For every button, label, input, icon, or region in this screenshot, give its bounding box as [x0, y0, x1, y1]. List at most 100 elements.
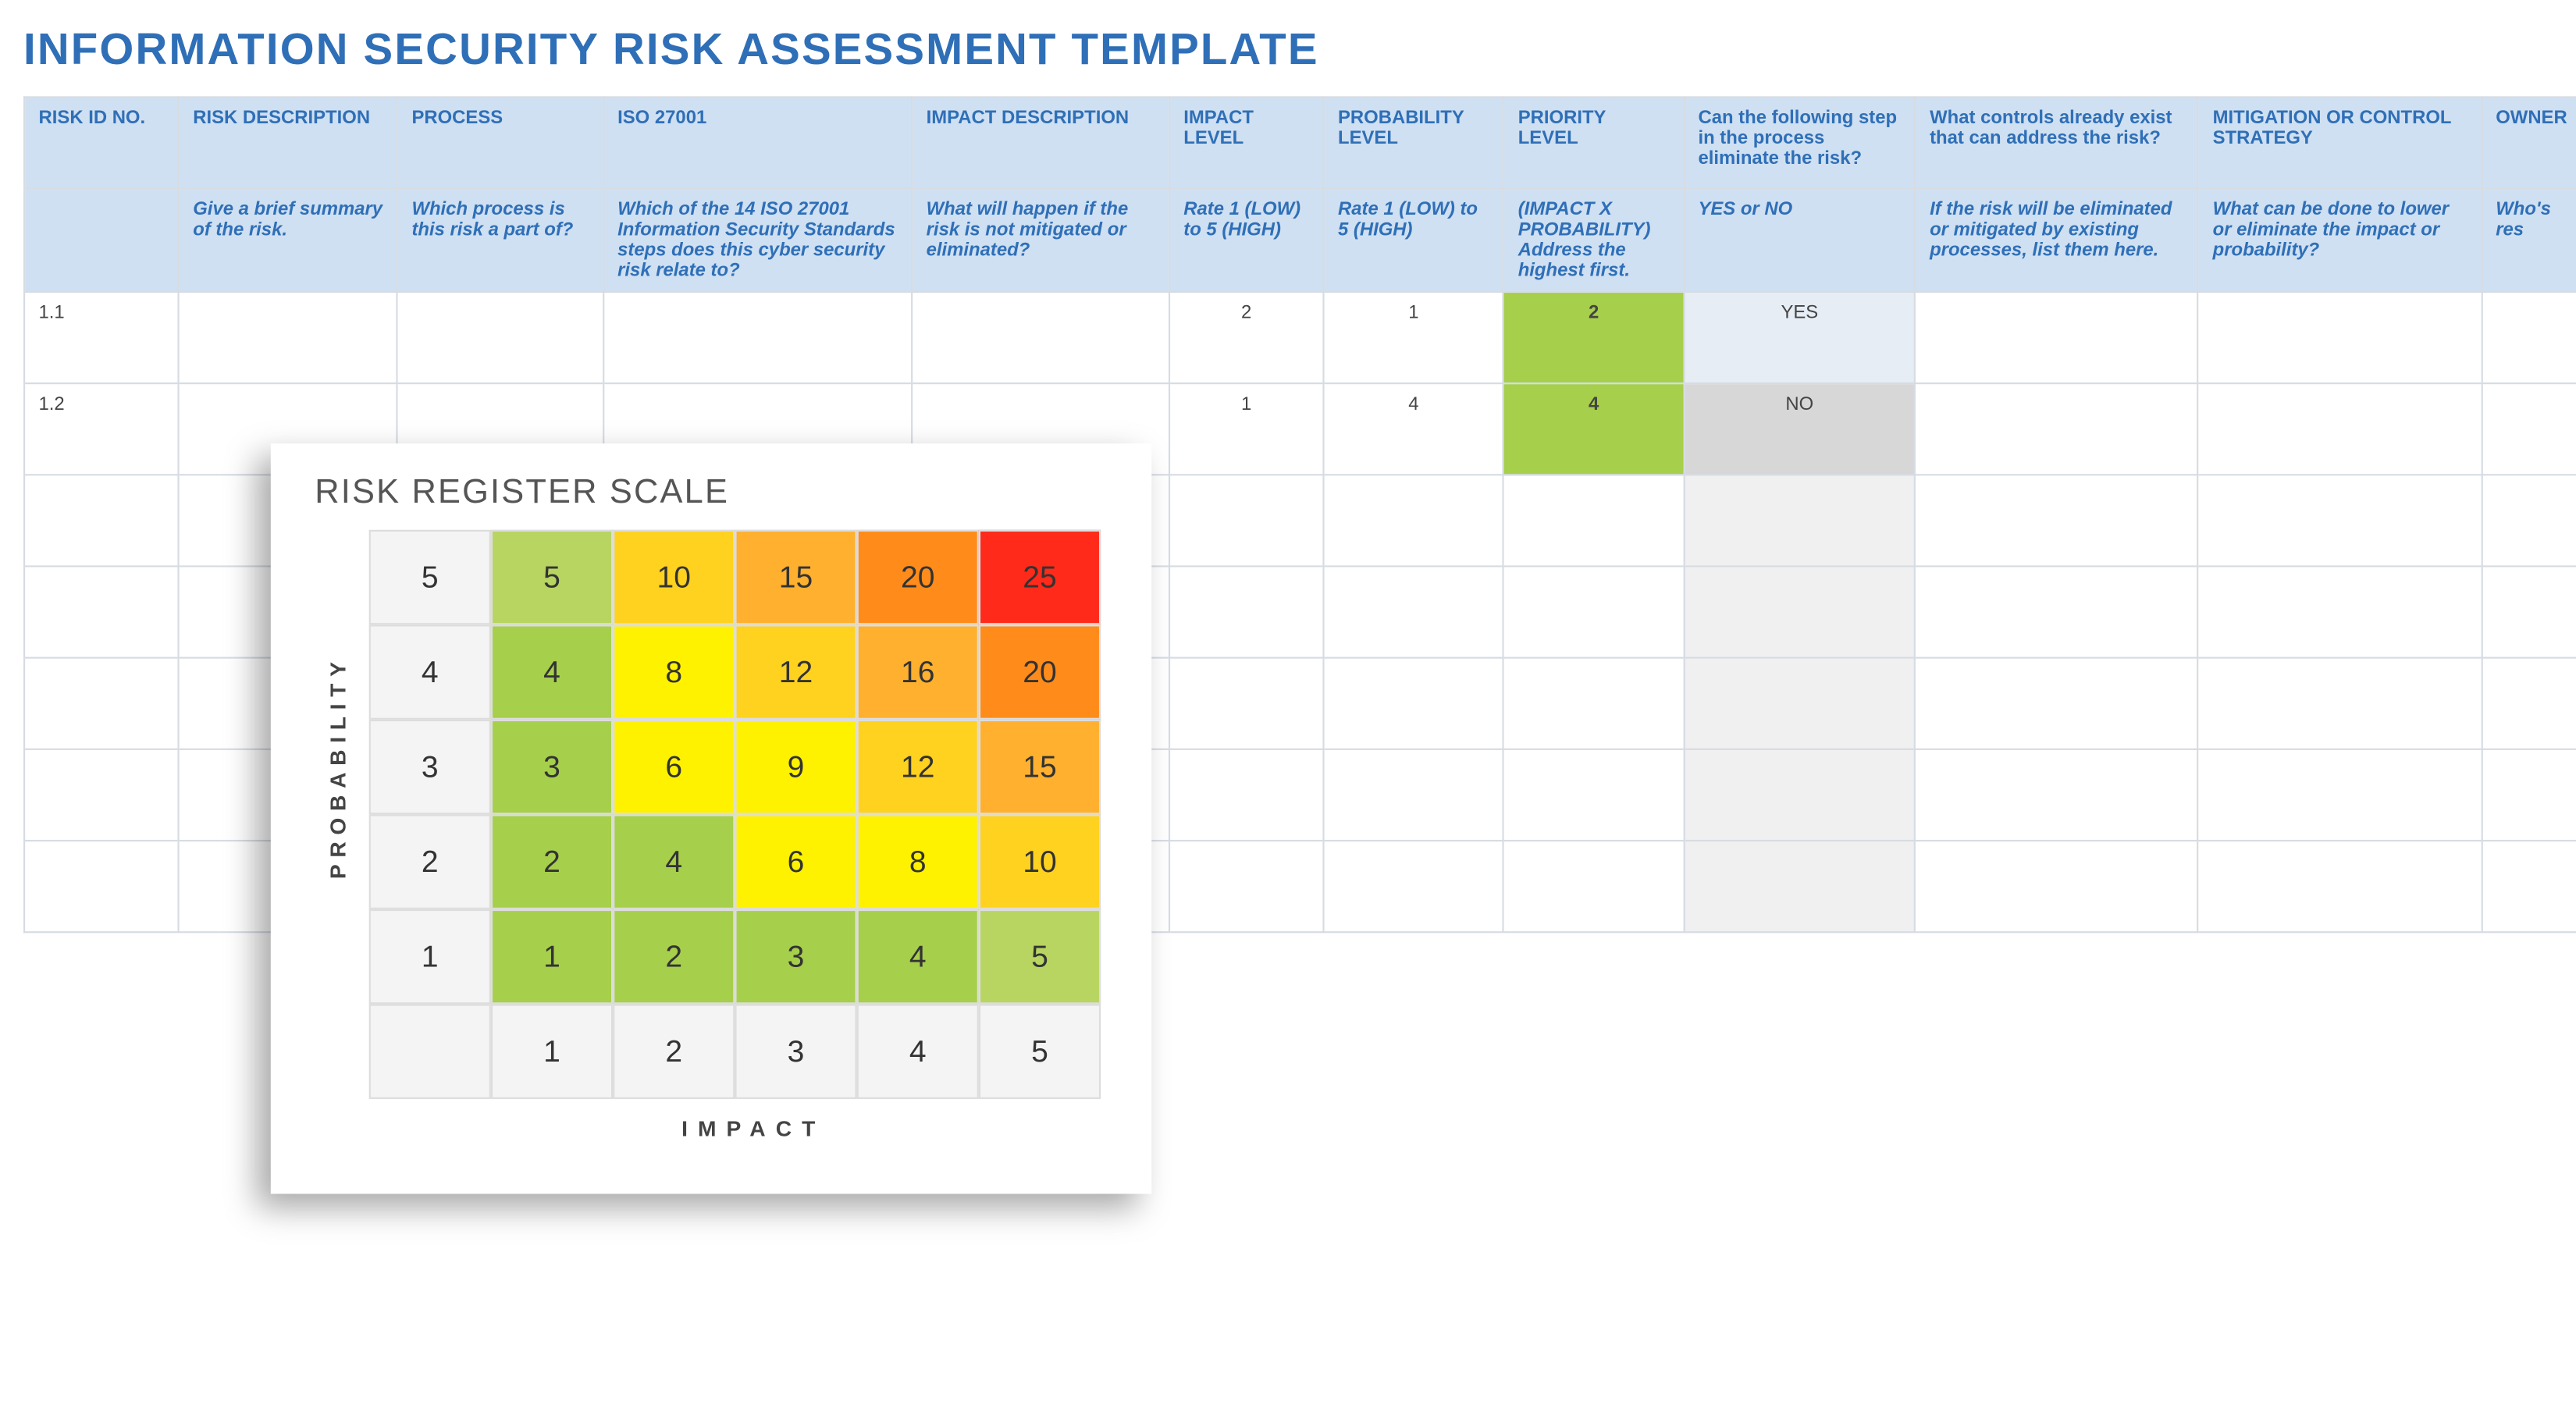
table-cell[interactable]	[1916, 383, 2199, 475]
table-cell[interactable]	[24, 475, 179, 566]
matrix-cell: 15	[979, 720, 1101, 815]
table-cell[interactable]	[1503, 658, 1684, 749]
matrix-y-tick: 4	[369, 624, 491, 720]
sub-id	[24, 189, 179, 292]
table-cell[interactable]	[1324, 841, 1504, 932]
register-title: RISK REGISTER SCALE	[315, 474, 1104, 513]
table-cell[interactable]: 1	[1169, 383, 1324, 475]
table-cell[interactable]	[2198, 292, 2482, 383]
table-cell[interactable]	[1916, 475, 2199, 566]
matrix-x-tick: 1	[491, 1004, 613, 1099]
table-cell[interactable]	[1324, 749, 1504, 841]
table-cell[interactable]	[1916, 566, 2199, 657]
table-cell[interactable]	[1684, 749, 1916, 841]
table-cell[interactable]	[24, 749, 179, 841]
table-cell[interactable]	[1169, 749, 1324, 841]
table-cell[interactable]	[2198, 566, 2482, 657]
table-cell[interactable]	[1916, 658, 2199, 749]
table-cell[interactable]	[2482, 383, 2576, 475]
table-cell[interactable]	[2482, 658, 2576, 749]
table-cell[interactable]	[179, 292, 397, 383]
col-pl: PROBABILITY LEVEL	[1324, 97, 1504, 188]
matrix-x-tick: 5	[979, 1004, 1101, 1099]
matrix-y-tick: 2	[369, 814, 491, 909]
matrix-cell: 6	[735, 814, 856, 909]
risk-matrix: PROBABILITY IMPACT 551015202544812162033…	[304, 530, 1104, 1157]
table-cell[interactable]	[2198, 475, 2482, 566]
table-cell[interactable]: 2	[1169, 292, 1324, 383]
table-cell[interactable]: 1.2	[24, 383, 179, 475]
table-cell[interactable]	[397, 292, 603, 383]
table-cell[interactable]	[2198, 749, 2482, 841]
matrix-cell: 12	[735, 624, 856, 720]
table-cell[interactable]	[1503, 841, 1684, 932]
table-cell[interactable]	[2482, 475, 2576, 566]
matrix-cell: 9	[735, 720, 856, 815]
matrix-x-tick: 3	[735, 1004, 856, 1099]
col-impd: IMPACT DESCRIPTION	[912, 97, 1169, 188]
col-mit: MITIGATION OR CONTROL STRATEGY	[2198, 97, 2482, 188]
table-cell[interactable]	[1324, 566, 1504, 657]
table-cell[interactable]	[1916, 749, 2199, 841]
col-desc: RISK DESCRIPTION	[179, 97, 397, 188]
matrix-cell: 4	[491, 624, 613, 720]
table-cell[interactable]	[1684, 658, 1916, 749]
table-cell[interactable]	[2482, 292, 2576, 383]
matrix-cell: 3	[491, 720, 613, 815]
table-cell[interactable]	[1169, 658, 1324, 749]
sub-proc: Which process is this risk a part of?	[397, 189, 603, 292]
sub-impd: What will happen if the risk is not miti…	[912, 189, 1169, 292]
matrix-y-tick: 5	[369, 530, 491, 625]
table-cell[interactable]: YES	[1684, 292, 1916, 383]
risk-register-card: RISK REGISTER SCALE PROBABILITY IMPACT 5…	[271, 443, 1151, 1193]
sub-pr: (IMPACT X PROBABILITY) Address the highe…	[1503, 189, 1684, 292]
table-cell[interactable]	[1324, 475, 1504, 566]
table-cell[interactable]	[2482, 841, 2576, 932]
table-cell[interactable]	[1169, 475, 1324, 566]
table-cell[interactable]	[2482, 566, 2576, 657]
col-elim: Can the following step in the process el…	[1684, 97, 1916, 188]
table-cell[interactable]	[603, 292, 913, 383]
sub-desc: Give a brief summary of the risk.	[179, 189, 397, 292]
table-cell[interactable]	[1916, 841, 2199, 932]
col-id: RISK ID NO.	[24, 97, 179, 188]
table-cell[interactable]	[1169, 841, 1324, 932]
table-cell[interactable]	[24, 566, 179, 657]
matrix-cell: 6	[613, 720, 735, 815]
table-cell[interactable]	[24, 841, 179, 932]
col-proc: PROCESS	[397, 97, 603, 188]
table-cell[interactable]	[1684, 841, 1916, 932]
table-cell[interactable]	[2198, 383, 2482, 475]
table-cell[interactable]	[1503, 749, 1684, 841]
matrix-cell: 16	[857, 624, 979, 720]
table-cell[interactable]	[912, 292, 1169, 383]
sub-il: Rate 1 (LOW) to 5 (HIGH)	[1169, 189, 1324, 292]
table-cell[interactable]: 4	[1324, 383, 1504, 475]
table-cell[interactable]	[1503, 566, 1684, 657]
matrix-x-tick: 4	[857, 1004, 979, 1099]
table-cell[interactable]: 1	[1324, 292, 1504, 383]
table-cell[interactable]: 4	[1503, 383, 1684, 475]
matrix-y-tick: 1	[369, 909, 491, 1005]
table-cell[interactable]: NO	[1684, 383, 1916, 475]
matrix-cell: 5	[491, 530, 613, 625]
table-cell[interactable]	[1684, 566, 1916, 657]
table-cell[interactable]	[24, 658, 179, 749]
table-cell[interactable]	[2198, 841, 2482, 932]
table-row[interactable]: 1.1212YES	[24, 292, 2576, 383]
table-cell[interactable]	[2198, 658, 2482, 749]
table-cell[interactable]	[1503, 475, 1684, 566]
matrix-xlabel: IMPACT	[304, 1099, 1101, 1157]
table-cell[interactable]: 2	[1503, 292, 1684, 383]
table-cell[interactable]	[1684, 475, 1916, 566]
col-own: OWNER	[2482, 97, 2576, 188]
col-il: IMPACT LEVEL	[1169, 97, 1324, 188]
sub-elim: YES or NO	[1684, 189, 1916, 292]
sub-pl: Rate 1 (LOW) to 5 (HIGH)	[1324, 189, 1504, 292]
matrix-cell: 2	[491, 814, 613, 909]
table-cell[interactable]	[1324, 658, 1504, 749]
table-cell[interactable]	[2482, 749, 2576, 841]
table-cell[interactable]	[1169, 566, 1324, 657]
table-cell[interactable]: 1.1	[24, 292, 179, 383]
table-cell[interactable]	[1916, 292, 2199, 383]
